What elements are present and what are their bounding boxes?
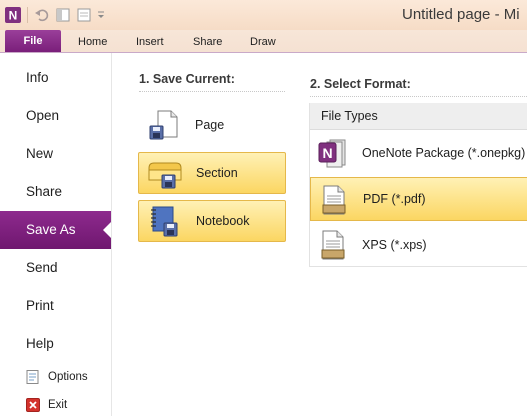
customize-chevron-icon[interactable] <box>96 6 106 24</box>
save-item-section[interactable]: Section <box>138 152 286 194</box>
nav-item-share[interactable]: Share <box>0 173 111 211</box>
format-item-label: PDF (*.pdf) <box>363 192 426 206</box>
backstage-nav: Info Open New Share Save As Send Print H… <box>0 53 112 416</box>
nav-item-save-as[interactable]: Save As <box>0 211 111 249</box>
nav-item-exit[interactable]: Exit <box>26 398 67 412</box>
svg-text:N: N <box>322 145 332 161</box>
ribbon-tab-bar: File Home Insert Share Draw <box>0 30 527 53</box>
options-label: Options <box>48 371 88 383</box>
format-item-pdf[interactable]: PDF (*.pdf) <box>310 177 527 221</box>
select-format-heading: 2. Select Format: <box>310 77 411 91</box>
tab-share[interactable]: Share <box>193 32 222 52</box>
onenote-logo-icon[interactable]: N <box>4 6 22 24</box>
svg-text:N: N <box>9 9 18 23</box>
tab-file[interactable]: File <box>5 30 61 52</box>
toolbar-divider <box>27 7 28 23</box>
quick-access-toolbar: N <box>4 4 106 26</box>
nav-item-info[interactable]: Info <box>0 59 111 97</box>
title-bar: N Untitled page - Mi <box>0 0 527 30</box>
save-item-notebook[interactable]: Notebook <box>138 200 286 242</box>
exit-icon <box>26 398 40 412</box>
tab-draw[interactable]: Draw <box>250 32 276 52</box>
save-item-label: Page <box>195 118 225 132</box>
format-item-label: XPS (*.xps) <box>362 238 427 252</box>
save-item-page[interactable]: Page <box>138 104 286 146</box>
options-icon <box>26 370 39 384</box>
nav-item-help[interactable]: Help <box>0 325 111 363</box>
file-types-header: File Types <box>310 103 527 130</box>
notebook-save-icon <box>151 206 178 237</box>
save-item-label: Section <box>196 166 238 180</box>
heading-divider <box>310 96 527 97</box>
format-item-label: OneNote Package (*.onepkg) <box>362 146 526 160</box>
xps-document-icon <box>321 230 345 260</box>
format-item-xps[interactable]: XPS (*.xps) <box>310 223 527 267</box>
tab-home[interactable]: Home <box>78 32 107 52</box>
undo-icon[interactable] <box>33 6 51 24</box>
dock-icon[interactable] <box>54 6 72 24</box>
save-item-label: Notebook <box>196 214 250 228</box>
nav-item-options[interactable]: Options <box>26 370 88 384</box>
pdf-document-icon <box>322 185 346 215</box>
nav-item-open[interactable]: Open <box>0 97 111 135</box>
nav-item-new[interactable]: New <box>0 135 111 173</box>
nav-item-send[interactable]: Send <box>0 249 111 287</box>
file-types-list: File Types N OneNote Package (*.onepkg) … <box>309 103 527 267</box>
page-view-icon[interactable] <box>75 6 93 24</box>
nav-item-print[interactable]: Print <box>0 287 111 325</box>
section-save-icon <box>148 162 182 189</box>
format-item-onepkg[interactable]: N OneNote Package (*.onepkg) <box>310 131 527 175</box>
tab-insert[interactable]: Insert <box>136 32 164 52</box>
window-title: Untitled page - Mi <box>402 6 520 23</box>
page-save-icon <box>149 110 178 140</box>
exit-label: Exit <box>48 399 68 411</box>
onenote-package-icon: N <box>318 139 346 168</box>
heading-divider <box>139 91 285 92</box>
save-current-heading: 1. Save Current: <box>139 72 235 86</box>
